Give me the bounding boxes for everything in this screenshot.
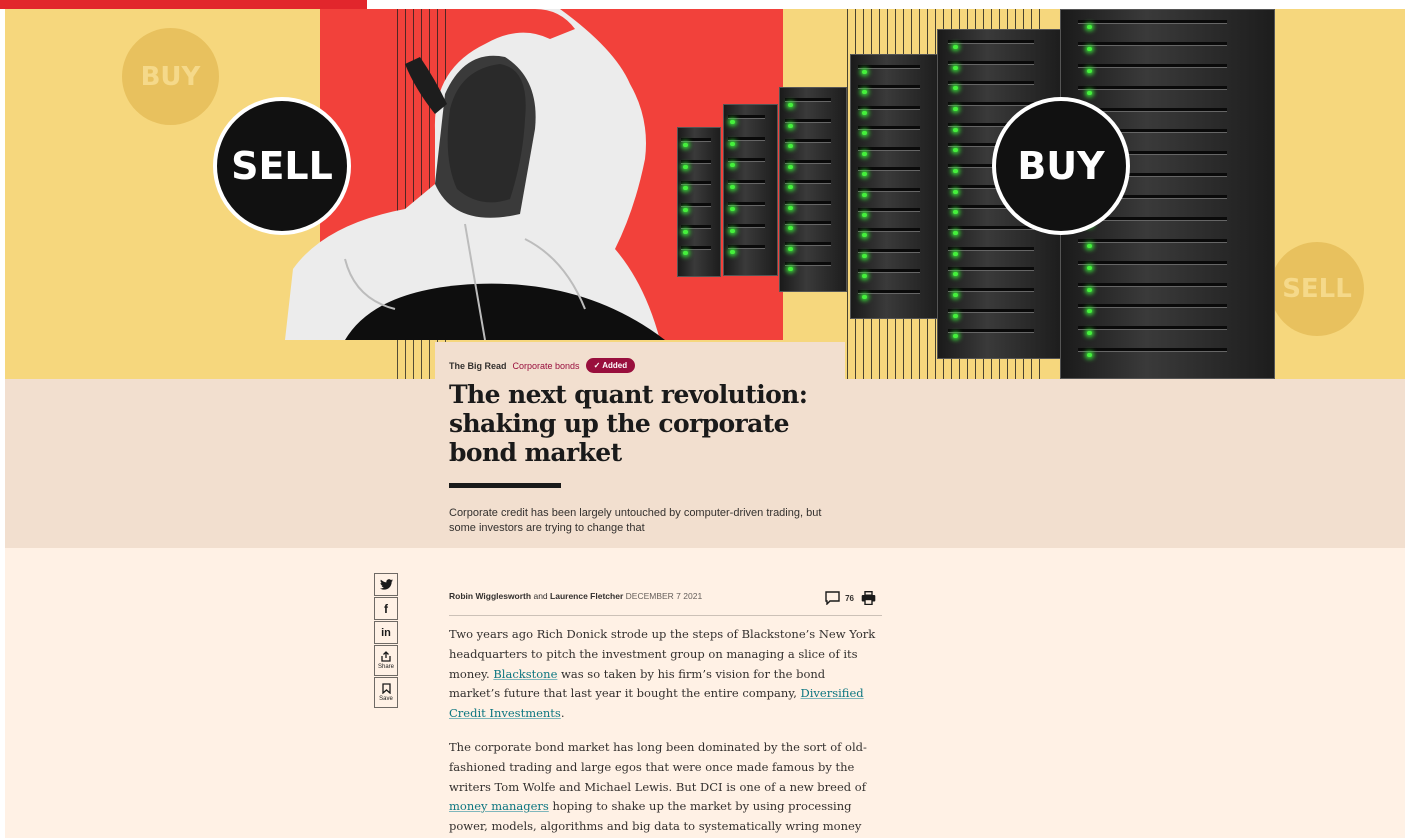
byline-and: and <box>533 591 548 601</box>
paragraph-1: Two years ago Rich Donick strode up the … <box>449 625 879 724</box>
comment-count: 76 <box>845 593 854 603</box>
facebook-share-button[interactable]: f <box>374 597 398 620</box>
server-rack <box>677 127 721 277</box>
server-rack <box>723 104 778 276</box>
reading-progress-bar <box>0 0 368 9</box>
page-title: The next quant revolution: shaking up th… <box>449 380 808 467</box>
topic-follow-button[interactable]: ✓ Added <box>585 358 636 373</box>
hero-sell-circle: SELL <box>213 97 351 235</box>
hero-sell-faint-circle: SELL <box>1270 242 1364 336</box>
hero-buy-circle: BUY <box>992 97 1130 235</box>
publish-date: DECEMBER 7 2021 <box>625 591 703 601</box>
byline: Robin Wigglesworth and Laurence Fletcher… <box>449 591 882 616</box>
series-link[interactable]: The Big Read <box>449 361 507 371</box>
money-managers-link[interactable]: money managers <box>449 799 549 813</box>
paragraph-2-text: The corporate bond market has long been … <box>449 739 867 794</box>
blackstone-link[interactable]: Blackstone <box>493 667 557 681</box>
paragraph-2: The corporate bond market has long been … <box>449 738 879 838</box>
check-icon: ✓ <box>593 361 603 370</box>
server-rack <box>779 87 847 292</box>
bookmark-icon <box>381 683 391 694</box>
share-rail: f in Share Save <box>374 573 399 709</box>
article-tools: 76 <box>825 591 876 605</box>
headline-rule <box>449 483 561 488</box>
facebook-icon: f <box>384 601 388 616</box>
hero-illustration: BUY SELL SELL BUY <box>5 9 1405 379</box>
reading-progress-track <box>0 0 1412 9</box>
paragraph-1-text-3: . <box>560 706 565 721</box>
added-label: Added <box>602 361 628 370</box>
article-body: Two years ago Rich Donick strode up the … <box>449 625 879 838</box>
save-button[interactable]: Save <box>374 677 398 708</box>
topic-link[interactable]: Corporate bonds <box>513 361 580 371</box>
share-button[interactable]: Share <box>374 645 398 676</box>
save-label: Save <box>379 696 393 702</box>
comments-button[interactable]: 76 <box>825 591 854 605</box>
share-label: Share <box>377 664 394 670</box>
hero-buy-faint-circle: BUY <box>122 28 219 125</box>
author-link-2[interactable]: Laurence Fletcher <box>550 591 623 601</box>
server-rack <box>850 54 940 319</box>
comment-icon <box>825 591 840 605</box>
article-labels: The Big Read Corporate bonds ✓ Added <box>449 358 636 373</box>
linkedin-icon: in <box>381 626 391 639</box>
article-page: BUY SELL SELL BUY The Big Read Corporate… <box>5 9 1405 838</box>
linkedin-share-button[interactable]: in <box>374 621 398 644</box>
twitter-share-button[interactable] <box>374 573 398 596</box>
twitter-icon <box>379 579 393 590</box>
standfirst: Corporate credit has been largely untouc… <box>449 507 822 534</box>
share-icon <box>381 651 391 662</box>
author-link-1[interactable]: Robin Wigglesworth <box>449 591 531 601</box>
print-icon[interactable] <box>861 591 876 605</box>
